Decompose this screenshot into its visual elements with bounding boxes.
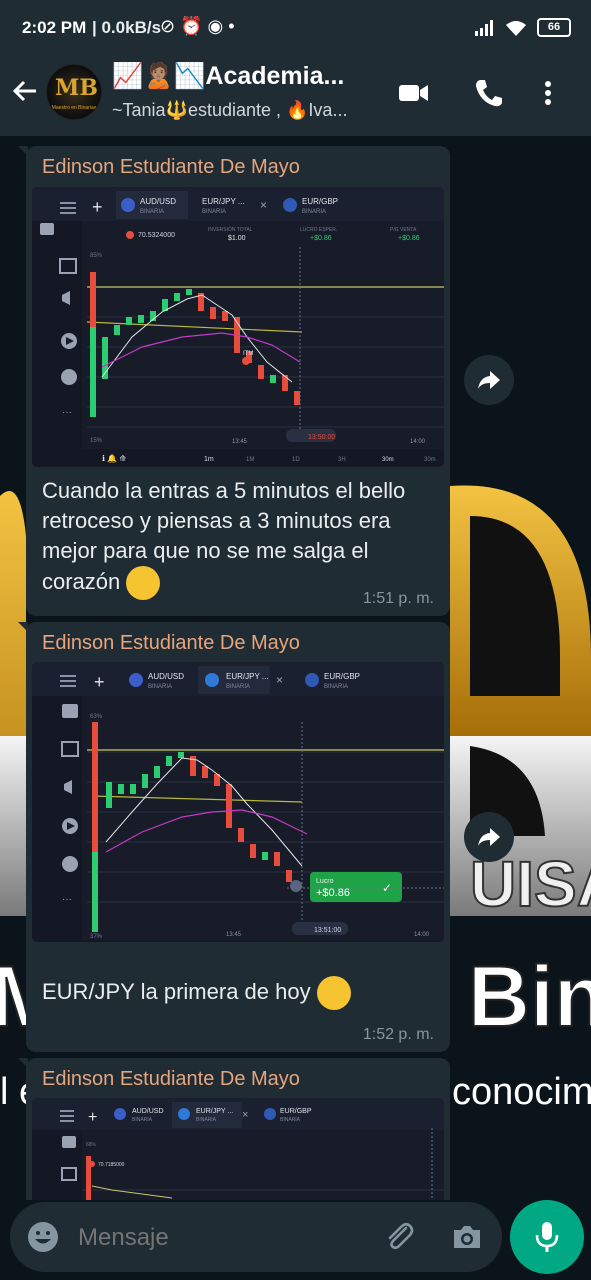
trading-screenshot-image[interactable]: + AUD/USD BINARIA EUR/JPY ... BINARIA × …: [32, 662, 444, 942]
message-time: 1:52 p. m.: [362, 1026, 434, 1043]
svg-text:70.5324000: 70.5324000: [138, 232, 175, 239]
more-options-icon[interactable]: [538, 76, 558, 110]
svg-text:14:00: 14:00: [410, 439, 426, 445]
svg-text:85%: 85%: [90, 253, 103, 259]
phone-icon[interactable]: [472, 76, 506, 110]
status-time: 2:02 PM: [22, 18, 87, 37]
saluting-face-emoji-icon: [316, 976, 351, 1010]
trading-screenshot-image[interactable]: + AUD/USD BINARIA EUR/JPY ... BINARIA × …: [32, 187, 444, 467]
microphone-icon: [535, 1222, 559, 1252]
svg-text:63%: 63%: [90, 714, 103, 720]
svg-text:68%: 68%: [86, 1142, 97, 1148]
signal-icon: [475, 19, 495, 36]
message-sender[interactable]: Edinson Estudiante De Mayo: [42, 1068, 300, 1091]
wifi-icon: [506, 20, 526, 36]
svg-text:+$0.86: +$0.86: [310, 235, 332, 242]
svg-text:LUCRO ESPER.: LUCRO ESPER.: [300, 227, 337, 233]
svg-text:×: ×: [242, 1109, 248, 1121]
svg-text:BINARIA: BINARIA: [148, 684, 172, 690]
svg-text:BINARIA: BINARIA: [202, 209, 226, 215]
svg-text:$1.00: $1.00: [228, 235, 246, 242]
svg-text:13:51:00: 13:51:00: [314, 927, 341, 934]
status-bar: 2:02 PM | 0.0kB/s ⊘ ⏰ ◉ • 66: [0, 0, 591, 58]
group-subtitle[interactable]: ~Tania🔱estudiante , 🔥Iva...: [112, 100, 377, 121]
svg-text:15%: 15%: [90, 438, 103, 444]
voice-message-button[interactable]: [510, 1200, 584, 1274]
svg-text:+: +: [94, 672, 105, 692]
svg-text:13:50:00: 13:50:00: [308, 434, 335, 441]
sweat-smile-emoji-icon: [126, 566, 161, 600]
trading-screenshot-image[interactable]: + AUD/USD BINARIA EUR/JPY ... BINARIA × …: [32, 1098, 444, 1200]
svg-text:EUR/JPY ...: EUR/JPY ...: [226, 672, 269, 681]
svg-text:BINARIA: BINARIA: [302, 209, 326, 215]
message-bubble[interactable]: Edinson Estudiante De Mayo + AUD/USD BIN…: [18, 1058, 450, 1200]
svg-text:BINARIA: BINARIA: [196, 1117, 217, 1123]
message-time: 1:51 p. m.: [362, 590, 434, 607]
message-bubble[interactable]: Edinson Estudiante De Mayo + AUD/USD BIN…: [18, 146, 450, 616]
group-avatar[interactable]: MB Maestro en Binarias: [46, 64, 102, 120]
svg-text:EUR/GBP: EUR/GBP: [280, 1108, 312, 1115]
message-text: EUR/JPY la primera de hoy: [42, 976, 437, 1010]
wallpaper-text-3: conocimie: [452, 1071, 591, 1113]
svg-text:EUR/JPY ...: EUR/JPY ...: [196, 1108, 233, 1115]
svg-text:P/G VENTA: P/G VENTA: [390, 227, 417, 233]
message-sender[interactable]: Edinson Estudiante De Mayo: [42, 632, 300, 655]
svg-text:INVERSIÓN TOTAL: INVERSIÓN TOTAL: [208, 226, 253, 233]
svg-text:13:45: 13:45: [232, 439, 248, 445]
svg-text:BINARIA: BINARIA: [140, 209, 164, 215]
svg-text:3H: 3H: [338, 457, 346, 463]
back-arrow-icon[interactable]: [10, 76, 40, 106]
svg-text:AUD/USD: AUD/USD: [148, 672, 184, 681]
svg-text:···: ···: [62, 894, 72, 905]
emoji-icon[interactable]: [26, 1220, 60, 1254]
message-text: Cuando la entras a 5 minutos el bello re…: [42, 476, 437, 600]
svg-text:BINARIA: BINARIA: [132, 1117, 153, 1123]
forward-button[interactable]: [464, 812, 514, 862]
svg-text:BINARIA: BINARIA: [280, 1117, 301, 1123]
svg-text:+$0.86: +$0.86: [316, 887, 350, 899]
forward-arrow-icon: [478, 371, 500, 389]
attach-icon[interactable]: [382, 1220, 416, 1254]
camera-icon[interactable]: [450, 1220, 484, 1254]
svg-text:+$0.86: +$0.86: [398, 235, 420, 242]
svg-text:1M: 1M: [246, 457, 254, 463]
svg-text:Lucro: Lucro: [316, 878, 334, 885]
svg-text:14:00: 14:00: [414, 932, 430, 938]
svg-text:ℹ 🔔 ⟰: ℹ 🔔 ⟰: [102, 454, 126, 463]
svg-text:BINARIA: BINARIA: [324, 684, 348, 690]
svg-text:1D: 1D: [292, 457, 300, 463]
asset-tab-2: EUR/JPY ...: [202, 197, 245, 206]
svg-text:×: ×: [276, 673, 283, 687]
forward-arrow-icon: [478, 828, 500, 846]
message-sender[interactable]: Edinson Estudiante De Mayo: [42, 156, 300, 179]
message-composer: [10, 1202, 502, 1272]
battery-icon: 66: [537, 18, 571, 37]
svg-text:+: +: [92, 197, 103, 217]
group-title[interactable]: 📈🙎🏽📉Academia...: [112, 62, 372, 91]
message-bubble[interactable]: Edinson Estudiante De Mayo + AUD/USD BIN…: [18, 622, 450, 1052]
svg-text:+: +: [88, 1109, 97, 1126]
asset-tab-1: AUD/USD: [140, 197, 176, 206]
video-call-icon[interactable]: [396, 76, 430, 110]
status-icons: ⊘ ⏰ ◉ •: [160, 16, 235, 36]
svg-text:37%: 37%: [90, 934, 103, 940]
svg-text:70.7185000: 70.7185000: [98, 1162, 125, 1168]
svg-text:···: ···: [62, 407, 72, 418]
status-net-speed: | 0.0kB/s: [92, 18, 162, 37]
svg-text:30m: 30m: [424, 457, 436, 463]
message-input[interactable]: [76, 1222, 360, 1254]
asset-tab-3: EUR/GBP: [302, 197, 338, 206]
svg-text:13:45: 13:45: [226, 932, 242, 938]
svg-text:EUR/GBP: EUR/GBP: [324, 672, 360, 681]
forward-button[interactable]: [464, 355, 514, 405]
svg-text:1m: 1m: [204, 456, 214, 463]
chat-header: MB Maestro en Binarias 📈🙎🏽📉Academia... ~…: [0, 58, 591, 136]
svg-text:30m: 30m: [382, 457, 394, 463]
svg-text:AUD/USD: AUD/USD: [132, 1108, 164, 1115]
svg-text:ITM: ITM: [243, 351, 253, 357]
svg-text:BINARIA: BINARIA: [226, 684, 250, 690]
svg-text:×: ×: [260, 198, 267, 212]
